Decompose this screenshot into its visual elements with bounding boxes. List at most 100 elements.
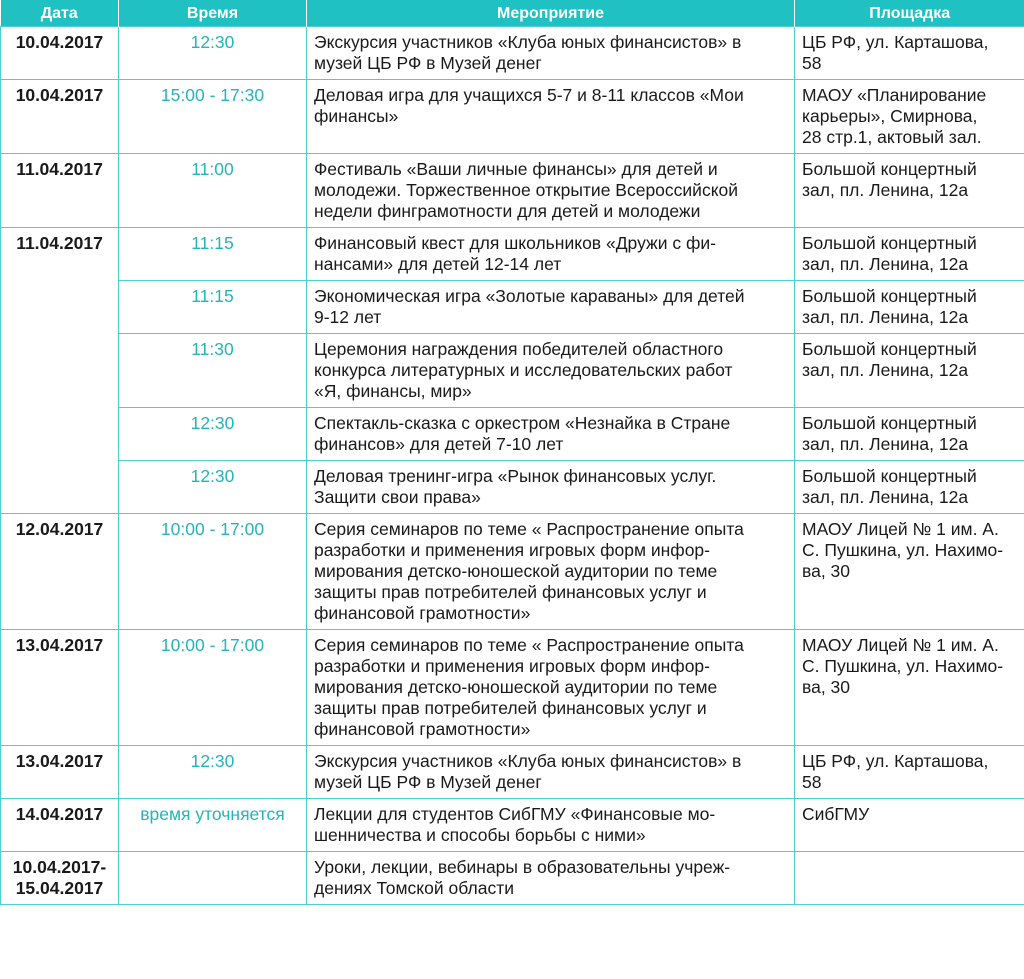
venue-line: зал, пл. Ленина, 12а xyxy=(802,434,969,454)
event-line: финансовой грамотности» xyxy=(314,719,531,739)
event-line: финансов» для детей 7-10 лет xyxy=(314,434,564,454)
event-cell: Церемония награждения победителей област… xyxy=(306,333,795,408)
venue-line: МАОУ «Планирование xyxy=(802,85,987,105)
table-row: 11:15 Экономическая игра «Золотые караван… xyxy=(1,280,1024,334)
event-line: защиты прав потребителей финансовых услу… xyxy=(314,698,707,718)
event-line: мирования детско-юношеской аудитории по … xyxy=(314,677,718,697)
time-cell: 11:15 xyxy=(118,280,307,334)
event-cell: Деловая тренинг-игра «Рынок финансовых у… xyxy=(306,460,795,514)
time-cell: 11:15 xyxy=(118,227,307,281)
venue-line: ЦБ РФ, ул. Карташова, xyxy=(802,751,989,771)
venue-cell: ЦБ РФ, ул. Карташова, 58 xyxy=(794,26,1024,80)
date-cell: 13.04.2017 xyxy=(0,745,119,799)
header-time: Время xyxy=(118,0,307,27)
date-text: 15.04.2017 xyxy=(15,878,104,898)
time-cell: время уточняется xyxy=(118,798,307,852)
venue-cell: Большой концертный зал, пл. Ленина, 12а xyxy=(794,280,1024,334)
venue-line: МАОУ Лицей № 1 им. А. xyxy=(802,635,999,655)
event-line: Деловая тренинг-игра «Рынок финансовых у… xyxy=(314,466,717,486)
venue-line: зал, пл. Ленина, 12а xyxy=(802,360,969,380)
event-line: дениях Томской области xyxy=(314,878,514,898)
event-line: шенничества и способы борьбы с ними» xyxy=(314,825,646,845)
venue-line: Большой концертный xyxy=(802,233,977,253)
event-line: разработки и применения игровых форм инф… xyxy=(314,656,710,676)
venue-line: зал, пл. Ленина, 12а xyxy=(802,254,969,274)
venue-cell: МАОУ Лицей № 1 им. А. С. Пушкина, ул. Нах… xyxy=(794,513,1024,630)
time-cell: 12:30 xyxy=(118,407,307,461)
event-line: финансовой грамотности» xyxy=(314,603,531,623)
event-line: защиты прав потребителей финансовых услу… xyxy=(314,582,707,602)
table-row: 10.04.2017- 15.04.2017 Уроки, лекции, веби… xyxy=(0,851,1024,905)
venue-cell: СибГМУ xyxy=(794,798,1024,852)
event-line: финансы» xyxy=(314,106,399,126)
event-line: Экскурсия участников «Клуба юных финанси… xyxy=(314,32,742,52)
event-cell: Экономическая игра «Золотые караваны» дл… xyxy=(306,280,795,334)
event-line: 9-12 лет xyxy=(314,307,382,327)
time-cell: 15:00 - 17:30 xyxy=(118,79,307,154)
venue-line: Большой концертный xyxy=(802,159,977,179)
table-row: 11.04.2017 11:15 Финансовый квест для школ… xyxy=(0,227,1024,514)
schedule-table: Дата Время Мероприятие Площадка 10.04.20… xyxy=(0,0,1024,905)
event-line: Серия семинаров по теме « Распространени… xyxy=(314,519,744,539)
date-text: 13.04.2017 xyxy=(15,751,104,771)
event-line: Экскурсия участников «Клуба юных финанси… xyxy=(314,751,742,771)
date-cell: 12.04.2017 xyxy=(0,513,119,630)
event-line: Серия семинаров по теме « Распространени… xyxy=(314,635,744,655)
venue-line: Большой концертный xyxy=(802,466,977,486)
date-cell: 10.04.2017- 15.04.2017 xyxy=(0,851,119,905)
venue-cell: МАОУ Лицей № 1 им. А. С. Пушкина, ул. Нах… xyxy=(794,629,1024,746)
event-line: Фестиваль «Ваши личные финансы» для дете… xyxy=(314,159,718,179)
date-text: 10.04.2017 xyxy=(15,32,104,52)
table-row: 13.04.2017 10:00 - 17:00 Серия семинаров п… xyxy=(0,629,1024,746)
event-line: нансами» для детей 12-14 лет xyxy=(314,254,562,274)
venue-line: ва, 30 xyxy=(802,561,851,581)
header-venue: Площадка xyxy=(794,0,1024,27)
table-row: 10.04.2017 15:00 - 17:30 Деловая игра для … xyxy=(0,79,1024,154)
table-row: 12.04.2017 10:00 - 17:00 Серия семинаров п… xyxy=(0,513,1024,630)
date-text: 10.04.2017- xyxy=(12,857,107,877)
event-line: молодежи. Торжественное открытие Всеросс… xyxy=(314,180,739,200)
event-cell: Фестиваль «Ваши личные финансы» для дете… xyxy=(306,153,795,228)
event-line: мирования детско-юношеской аудитории по … xyxy=(314,561,718,581)
event-line: Финансовый квест для школьников «Дружи с… xyxy=(314,233,716,253)
date-text: 14.04.2017 xyxy=(15,804,104,824)
date-text: 11.04.2017 xyxy=(16,159,103,179)
venue-line: ва, 30 xyxy=(802,677,851,697)
event-cell: Деловая игра для учащихся 5-7 и 8-11 кла… xyxy=(306,79,795,154)
event-cell: Серия семинаров по теме « Распространени… xyxy=(306,513,795,630)
event-line: Уроки, лекции, вебинары в образовательны… xyxy=(314,857,731,877)
date-cell: 10.04.2017 xyxy=(0,79,119,154)
time-cell: 12:30 xyxy=(118,745,307,799)
event-line: Спектакль-сказка с оркестром «Незнайка в… xyxy=(314,413,731,433)
date-text: 13.04.2017 xyxy=(15,635,104,655)
venue-cell: Большой концертный зал, пл. Ленина, 12а xyxy=(794,153,1024,228)
date-cell: 10.04.2017 xyxy=(0,26,119,80)
table-row: 12:30 Деловая тренинг-игра «Рынок финансо… xyxy=(1,460,1024,514)
time-cell: 11:00 xyxy=(118,153,307,228)
venue-line: 58 xyxy=(802,772,822,792)
date-text: 10.04.2017 xyxy=(15,85,104,105)
event-line: Экономическая игра «Золотые караваны» дл… xyxy=(314,286,745,306)
time-cell: 12:30 xyxy=(118,26,307,80)
table-row: 12:30 Спектакль-сказка с оркестром «Незна… xyxy=(1,407,1024,461)
table-header: Дата Время Мероприятие Площадка xyxy=(0,0,1024,27)
event-line: разработки и применения игровых форм инф… xyxy=(314,540,710,560)
venue-line: СибГМУ xyxy=(802,804,870,824)
table-row: 14.04.2017 время уточняется Лекции для сту… xyxy=(0,798,1024,852)
table-row: 11:30 Церемония награждения победителей о… xyxy=(1,333,1024,408)
venue-line: зал, пл. Ленина, 12а xyxy=(802,180,969,200)
event-line: Деловая игра для учащихся 5-7 и 8-11 кла… xyxy=(314,85,744,105)
time-cell: 11:30 xyxy=(118,333,307,408)
time-cell: 12:30 xyxy=(118,460,307,514)
table-row: 10.04.2017 12:30 Экскурсия участников «Клу… xyxy=(0,26,1024,80)
venue-line: Большой концертный xyxy=(802,286,977,306)
header-date: Дата xyxy=(0,0,119,27)
event-cell: Финансовый квест для школьников «Дружи с… xyxy=(306,227,795,281)
event-cell: Спектакль-сказка с оркестром «Незнайка в… xyxy=(306,407,795,461)
event-cell: Уроки, лекции, вебинары в образовательны… xyxy=(306,851,795,905)
venue-line: 58 xyxy=(802,53,822,73)
event-line: Церемония награждения победителей област… xyxy=(314,339,724,359)
venue-cell: Большой концертный зал, пл. Ленина, 12а xyxy=(794,227,1024,281)
date-text: 11.04.2017 xyxy=(16,233,103,253)
venue-line: С. Пушкина, ул. Нахимо- xyxy=(802,540,1004,560)
